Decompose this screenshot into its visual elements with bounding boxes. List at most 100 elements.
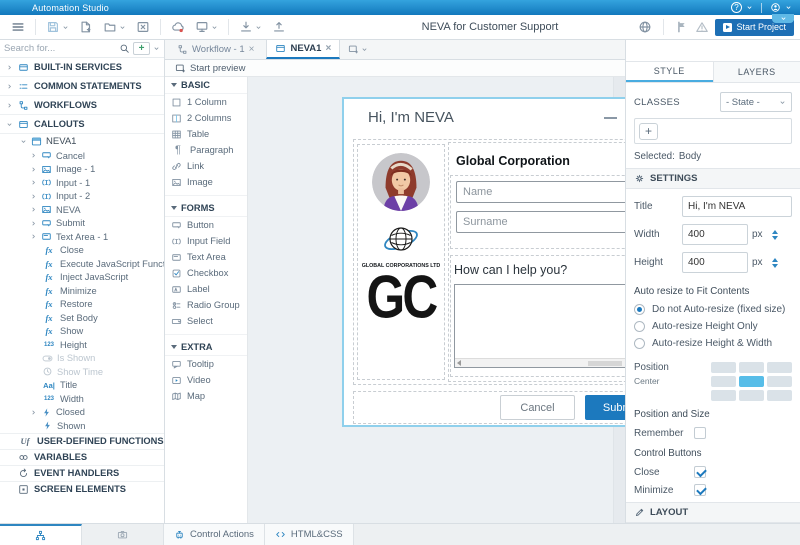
search-icon[interactable]: [119, 43, 130, 54]
position-cell-bottom-right[interactable]: [767, 390, 792, 401]
save-button[interactable]: [41, 16, 74, 38]
chevron-down-icon[interactable]: [153, 45, 160, 52]
tab-elements-tree[interactable]: [0, 524, 82, 545]
position-cell-bottom-left[interactable]: [711, 390, 736, 401]
tree-item-image-1[interactable]: Image - 1: [0, 163, 164, 177]
height-stepper[interactable]: [770, 258, 780, 268]
tree-item-input-1[interactable]: Input - 1: [0, 176, 164, 190]
help-icon[interactable]: [731, 2, 742, 13]
tree-item-restore-function[interactable]: Restore: [0, 298, 164, 312]
collapse-ribbon-handle[interactable]: [772, 14, 794, 23]
position-cell-top-center[interactable]: [739, 362, 764, 373]
sidebar-section-event-handlers[interactable]: EVENT HANDLERS: [0, 465, 164, 481]
chevron-down-icon[interactable]: [785, 4, 792, 11]
tree-item-shown-event[interactable]: Shown: [0, 419, 164, 433]
state-select[interactable]: - State -: [720, 92, 792, 112]
width-stepper[interactable]: [770, 230, 780, 240]
client-connection-button[interactable]: [190, 16, 223, 38]
cancel-button[interactable]: Cancel: [500, 395, 575, 420]
position-cell-middle-left[interactable]: [711, 376, 736, 387]
palette-item-link[interactable]: Link: [165, 158, 247, 174]
add-class-button[interactable]: +: [639, 123, 658, 140]
tree-item-execute-js-function[interactable]: Execute JavaScript Function: [0, 257, 164, 271]
minimize-checkbox[interactable]: [694, 484, 706, 496]
neva-avatar-image[interactable]: [372, 153, 430, 211]
tree-item-show-time-property[interactable]: Show Time: [0, 365, 164, 379]
position-cell-center[interactable]: [739, 376, 764, 387]
name-input[interactable]: [456, 181, 642, 203]
tree-item-width-property[interactable]: Width: [0, 392, 164, 406]
tree-item-text-area-1[interactable]: Text Area - 1: [0, 230, 164, 244]
tab-neva1[interactable]: NEVA1: [266, 39, 340, 59]
tree-item-set-body-function[interactable]: Set Body: [0, 311, 164, 325]
palette-item-button[interactable]: Button: [165, 217, 247, 233]
title-field-input[interactable]: [682, 196, 792, 217]
palette-item-map[interactable]: Map: [165, 388, 247, 404]
position-cell-top-right[interactable]: [767, 362, 792, 373]
palette-item-select[interactable]: Select: [165, 313, 247, 329]
palette-item-radio-group[interactable]: Radio Group: [165, 297, 247, 313]
close-project-button[interactable]: [131, 16, 155, 38]
palette-item-label[interactable]: Label: [165, 281, 247, 297]
palette-section-basic[interactable]: BASIC: [165, 77, 247, 94]
close-tab-icon[interactable]: [325, 43, 331, 54]
tree-item-input-2[interactable]: Input - 2: [0, 190, 164, 204]
sidebar-section-user-defined-functions[interactable]: USER-DEFINED FUNCTIONS: [0, 433, 164, 449]
chevron-down-icon[interactable]: [746, 4, 753, 11]
horizontal-scrollbar[interactable]: [455, 358, 631, 367]
disconnect-server-button[interactable]: [166, 16, 190, 38]
close-tab-icon[interactable]: [249, 44, 255, 55]
tree-item-inject-js[interactable]: Inject JavaScript: [0, 271, 164, 285]
radio-no-autoresize[interactable]: Do not Auto-resize (fixed size): [626, 301, 800, 318]
tree-item-height-property[interactable]: Height: [0, 338, 164, 352]
publish-globe-icon[interactable]: [638, 20, 652, 34]
sidebar-section-common-statements[interactable]: COMMON STATEMENTS: [0, 77, 164, 96]
import-button[interactable]: [234, 16, 267, 38]
tree-item-submit[interactable]: Submit: [0, 217, 164, 231]
palette-item-2-columns[interactable]: 2 Columns: [165, 110, 247, 126]
position-cell-middle-right[interactable]: [767, 376, 792, 387]
palette-item-table[interactable]: Table: [165, 126, 247, 142]
palette-item-video[interactable]: Video: [165, 372, 247, 388]
new-project-button[interactable]: [74, 16, 98, 38]
tree-item-cancel[interactable]: Cancel: [0, 149, 164, 163]
user-account-icon[interactable]: [770, 2, 781, 13]
sidebar-section-screen-elements[interactable]: SCREEN ELEMENTS: [0, 481, 164, 497]
tree-item-show-function[interactable]: Show: [0, 325, 164, 339]
close-checkbox[interactable]: [694, 466, 706, 478]
palette-item-input-field[interactable]: Input Field: [165, 233, 247, 249]
palette-item-checkbox[interactable]: Checkbox: [165, 265, 247, 281]
warnings-icon[interactable]: [695, 20, 709, 34]
palette-item-tooltip[interactable]: Tooltip: [165, 356, 247, 372]
height-field-input[interactable]: [682, 252, 748, 273]
remember-checkbox[interactable]: [694, 427, 706, 439]
palette-item-text-area[interactable]: Text Area: [165, 249, 247, 265]
sidebar-section-workflows[interactable]: WORKFLOWS: [0, 96, 164, 115]
palette-section-extra[interactable]: EXTRA: [165, 339, 247, 356]
settings-section-header[interactable]: SETTINGS: [626, 168, 800, 189]
tab-screenshots[interactable]: [82, 524, 164, 545]
tree-item-neva1[interactable]: NEVA1: [0, 134, 164, 149]
tree-item-closed-event[interactable]: Closed: [0, 406, 164, 420]
tree-item-is-shown-property[interactable]: Is Shown: [0, 352, 164, 366]
radio-autoresize-height[interactable]: Auto-resize Height Only: [626, 318, 800, 335]
tab-layers[interactable]: LAYERS: [713, 62, 800, 82]
image-column-region[interactable]: GLOBAL CORPORATIONS LTD GC: [357, 144, 445, 380]
tree-item-close-function[interactable]: Close: [0, 244, 164, 258]
tree-item-minimize-function[interactable]: Minimize: [0, 284, 164, 298]
layout-section-header[interactable]: LAYOUT: [626, 502, 800, 523]
new-callout-button[interactable]: [340, 39, 376, 59]
open-project-button[interactable]: [98, 16, 131, 38]
tab-style[interactable]: STYLE: [626, 62, 713, 82]
flag-icon[interactable]: [675, 20, 689, 34]
minimize-icon[interactable]: [604, 117, 617, 119]
add-item-button[interactable]: [133, 42, 150, 55]
palette-item-1-column[interactable]: 1 Column: [165, 94, 247, 110]
tree-item-neva-image[interactable]: NEVA: [0, 203, 164, 217]
menu-button[interactable]: [6, 16, 30, 38]
tab-html-css[interactable]: HTML&CSS: [265, 524, 354, 545]
export-button[interactable]: [267, 16, 291, 38]
tab-workflow-1[interactable]: Workflow - 1: [169, 39, 262, 59]
radio-autoresize-both[interactable]: Auto-resize Height & Width: [626, 335, 800, 352]
palette-item-image[interactable]: Image: [165, 174, 247, 190]
